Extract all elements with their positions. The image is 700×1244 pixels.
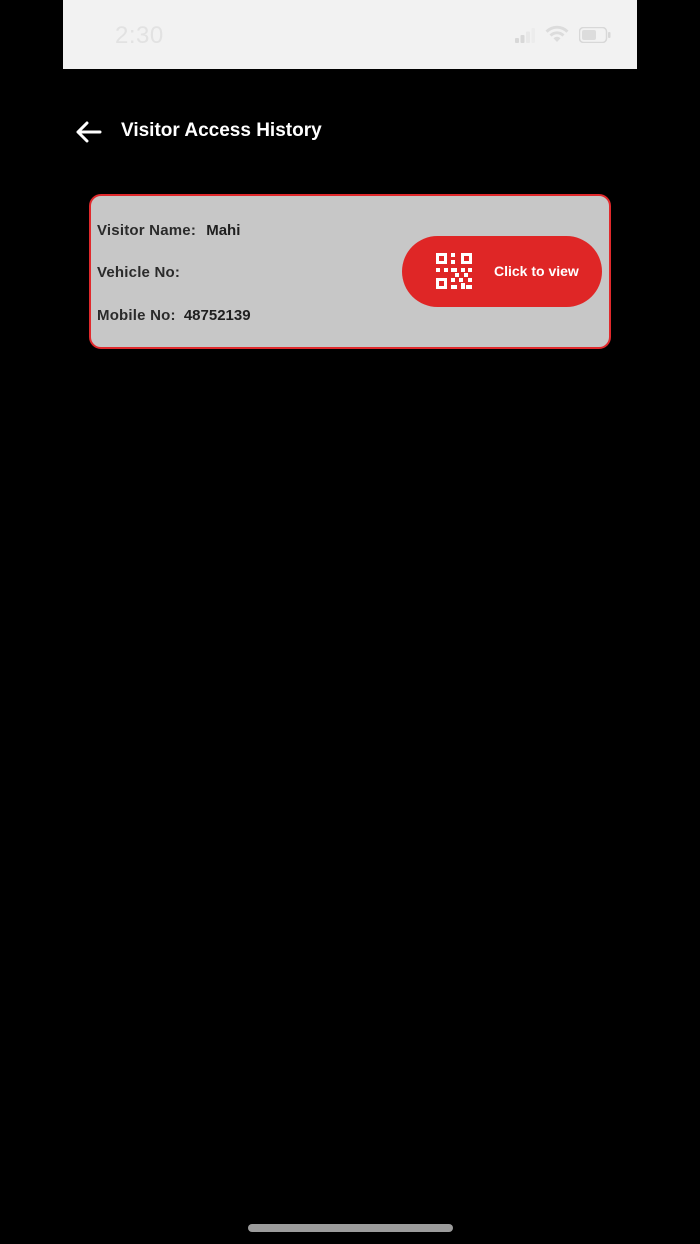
status-time: 2:30 xyxy=(115,22,164,49)
battery-icon xyxy=(579,27,611,43)
app-header: Visitor Access History xyxy=(0,108,700,156)
view-qr-button[interactable]: Click to view xyxy=(402,236,602,307)
visitor-name-value: Mahi xyxy=(206,222,241,239)
visitor-name-row: Visitor Name: Mahi xyxy=(97,222,240,239)
status-bar: 2:30 xyxy=(63,0,637,69)
mobile-no-value: 48752139 xyxy=(183,307,251,324)
vehicle-no-label: Vehicle No: xyxy=(97,264,181,281)
qr-code-icon xyxy=(436,253,472,289)
wifi-icon xyxy=(545,25,569,42)
back-button[interactable] xyxy=(70,114,106,150)
page-title: Visitor Access History xyxy=(121,120,322,141)
mobile-no-label: Mobile No: xyxy=(97,307,176,324)
status-icons xyxy=(515,25,611,43)
arrow-left-icon xyxy=(76,121,102,143)
screen: 2:30 Visitor Access History Visitor Name… xyxy=(0,0,700,1244)
visitor-card: Visitor Name: Mahi Vehicle No: Mobile No… xyxy=(89,194,611,349)
home-indicator xyxy=(248,1224,453,1232)
visitor-name-label: Visitor Name: xyxy=(97,222,197,239)
view-qr-label: Click to view xyxy=(494,263,579,279)
vehicle-no-row: Vehicle No: xyxy=(97,264,184,281)
mobile-no-row: Mobile No: 48752139 xyxy=(97,307,251,324)
signal-icon xyxy=(515,28,535,43)
